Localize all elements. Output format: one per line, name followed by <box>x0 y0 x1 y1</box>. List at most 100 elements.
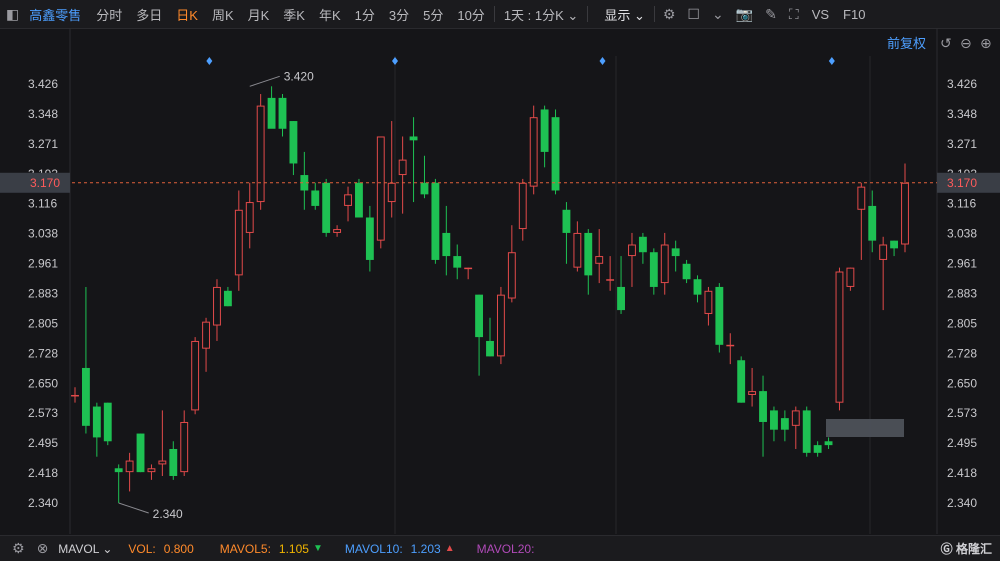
candle-body-down <box>365 217 374 260</box>
candle-body-up <box>71 394 79 397</box>
y-tick-label-right: 2.340 <box>947 496 977 510</box>
y-tick-label-left: 3.271 <box>28 137 58 151</box>
display-label: 显示 <box>604 7 631 23</box>
y-tick-label-right: 2.418 <box>947 466 977 480</box>
event-marker-icon <box>206 57 213 65</box>
candle-body-down <box>114 468 123 473</box>
tab-period[interactable]: 分时 <box>89 5 129 24</box>
fullscreen-icon[interactable]: ⛶ <box>783 6 805 23</box>
toolbar-divider <box>587 6 589 22</box>
candle-body-down <box>671 248 680 257</box>
event-marker-icon <box>391 57 398 65</box>
y-tick-label-left: 2.805 <box>28 317 58 331</box>
candle-body-up <box>857 186 866 210</box>
max-price-label: 3.420 <box>284 69 314 83</box>
candle-body-up <box>398 159 407 176</box>
candle-body-down <box>486 340 494 357</box>
tab-period[interactable]: 日K <box>169 5 205 24</box>
candle-body-down <box>322 182 331 233</box>
zoom-out-icon[interactable]: ⊖ <box>960 35 972 51</box>
candle-body-down <box>584 232 593 276</box>
y-tick-label-right: 2.961 <box>947 256 977 270</box>
panel-toggle-icon[interactable]: ◧ <box>0 6 25 23</box>
gear-icon[interactable]: ⚙ <box>657 6 682 23</box>
y-tick-label-right: 3.348 <box>947 107 977 121</box>
y-tick-label-right: 2.650 <box>947 376 977 390</box>
undo-icon[interactable]: ↺ <box>940 35 952 51</box>
y-tick-label-right: 2.805 <box>947 317 977 331</box>
y-tick-label-right: 2.495 <box>947 436 977 450</box>
tab-period[interactable]: 5分 <box>416 5 450 24</box>
y-tick-label-left: 3.038 <box>28 227 58 241</box>
candle-body-up <box>595 256 604 264</box>
close-circle-icon[interactable]: ⊗ <box>31 540 55 557</box>
mavol20-label: MAVOL20: <box>476 541 535 556</box>
candle-body-up <box>660 244 669 284</box>
tab-period[interactable]: 10分 <box>450 5 491 24</box>
candle-body-down <box>693 279 702 295</box>
tab-period[interactable]: 1分 <box>348 5 382 24</box>
candle-body-down <box>802 410 811 453</box>
candle-body-down <box>759 391 767 422</box>
candle-body-down <box>868 205 877 241</box>
period-tabs: 分时 多日 日K 周K 月K 季K 年K 1分 3分 5分 10分 <box>89 5 492 24</box>
candle-body-down <box>442 232 451 257</box>
candle-body-down <box>824 441 833 446</box>
candle-body-up <box>573 232 582 268</box>
candle-body-down <box>475 294 484 338</box>
candle-body-up <box>507 252 516 299</box>
candle-body-up <box>748 391 757 395</box>
tab-period[interactable]: 3分 <box>382 5 416 24</box>
y-tick-label-left: 2.728 <box>28 346 58 360</box>
candle-body-up <box>464 267 473 270</box>
candle-body-up <box>333 229 342 233</box>
arrow-up-icon: ▲ <box>444 543 455 554</box>
tab-period[interactable]: 多日 <box>129 5 169 24</box>
tab-period[interactable]: 季K <box>276 5 312 24</box>
candle-body-up <box>213 286 221 326</box>
candle-body-down <box>355 182 363 218</box>
vol-label: VOL: <box>128 541 156 556</box>
candle-body-up <box>202 321 210 349</box>
y-tick-label-left: 3.348 <box>28 107 58 121</box>
event-marker-icon <box>828 57 835 65</box>
watermark-logo: Ⓖ 格隆汇 <box>940 542 992 556</box>
checkbox-icon[interactable]: ☐ <box>681 6 706 23</box>
tab-period[interactable]: 月K <box>241 5 277 24</box>
zoom-in-icon[interactable]: ⊕ <box>980 35 992 51</box>
adjust-mode-button[interactable]: 前复权 <box>887 36 926 51</box>
arrow-down-icon: ▼ <box>312 543 323 554</box>
vs-button[interactable]: VS <box>805 7 836 22</box>
candle-body-down <box>81 367 90 426</box>
candle-body-up <box>376 136 385 241</box>
candles <box>71 86 909 503</box>
display-dropdown[interactable]: 显示 ⌄ <box>590 5 652 24</box>
candle-body-down <box>890 240 899 249</box>
vol-value: 0.800 <box>163 541 194 556</box>
tab-period[interactable]: 周K <box>205 5 241 24</box>
candle-body-down <box>715 286 724 345</box>
candlestick-chart[interactable]: 3.4263.4263.3483.3483.2713.2713.1933.193… <box>0 28 1000 535</box>
y-tick-label-left: 3.426 <box>28 77 58 91</box>
candle-body-down <box>551 117 560 191</box>
pencil-icon[interactable]: ✎ <box>759 6 783 23</box>
candle-body-up <box>879 244 888 260</box>
candle-body-down <box>737 360 746 403</box>
candle-body-up <box>256 105 265 203</box>
candle-body-up <box>628 244 636 257</box>
candle-body-down <box>409 136 418 141</box>
gear-icon[interactable]: ⚙ <box>6 540 31 557</box>
f10-button[interactable]: F10 <box>836 7 872 22</box>
candle-body-up <box>846 267 855 287</box>
candle-body-down <box>540 109 549 152</box>
y-tick-label-left: 2.650 <box>28 376 58 390</box>
chevron-down-icon: ⌄ <box>102 541 113 556</box>
period-select[interactable]: 1天 : 1分K ⌄ <box>497 5 586 24</box>
candle-body-down <box>169 448 178 476</box>
indicator-select[interactable]: MAVOL ⌄ <box>54 542 116 556</box>
chevron-down-icon[interactable]: ⌄ <box>706 6 730 23</box>
stock-name[interactable]: 高鑫零售 <box>25 5 89 24</box>
candle-body-up <box>191 340 200 411</box>
camera-icon[interactable]: 📷 <box>730 6 759 23</box>
tab-period[interactable]: 年K <box>312 5 348 24</box>
